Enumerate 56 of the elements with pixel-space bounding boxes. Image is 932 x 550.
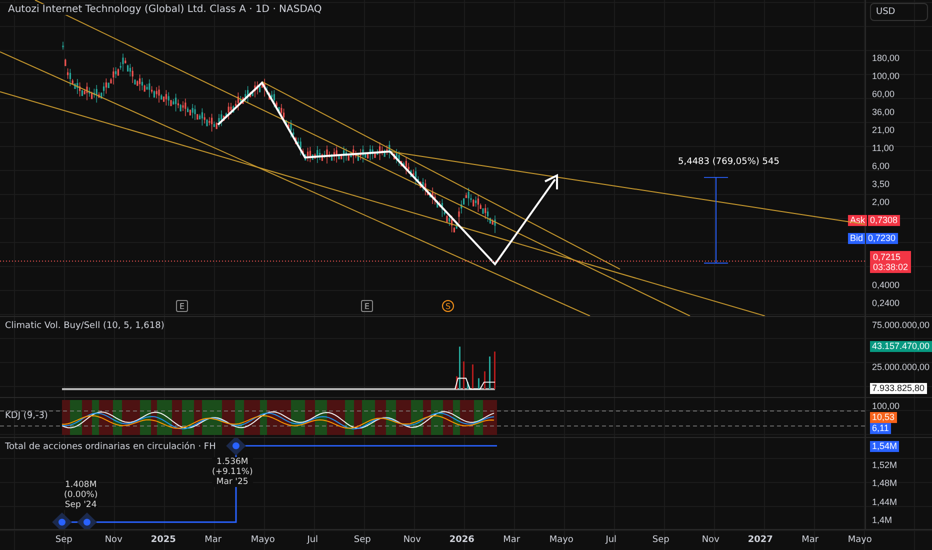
time-axis-label: Jul (604, 535, 618, 545)
time-axis-label: Mar (204, 535, 223, 545)
axis-label: 43.157.470,00 (870, 341, 932, 352)
axis-label: 2,00 (871, 197, 891, 208)
time-axis-label: Mar (502, 535, 522, 545)
measure-label: 5,4483 (769,05%) 545 (678, 157, 780, 167)
axis-label: 21,00 (871, 125, 896, 136)
data-point-label: 1.408M (0.00%) Sep '24 (64, 480, 98, 510)
axis-label: 0,2400 (871, 298, 901, 309)
time-axis-label: Mar (800, 535, 820, 545)
axis-label: 100,00 (871, 401, 901, 412)
time-axis-label: Jul (306, 535, 320, 545)
axis-label: 3,50 (871, 179, 891, 190)
axis-label: 6,11 (870, 423, 891, 434)
axis-label: 11,00 (871, 143, 895, 154)
indicator-title: KDJ (9,-3) (5, 411, 48, 421)
axis-label: 25.000.000,00 (871, 362, 931, 373)
earnings-marker[interactable]: E (176, 300, 188, 312)
axis-label: 1,54M (870, 441, 900, 452)
earnings-marker[interactable]: E (361, 300, 373, 312)
time-axis-label: Sep (54, 535, 74, 545)
last-price-tag: 0,7215 03:38:02 (870, 251, 912, 273)
split-marker[interactable]: S (442, 300, 454, 312)
axis-label: 6,00 (871, 161, 891, 172)
axis-label: 7.933.825,80 (870, 383, 927, 394)
price-tag: 0,7230 (866, 233, 898, 244)
axis-label: 75.000.000,00 (871, 320, 931, 331)
currency-button[interactable]: USD (870, 3, 928, 21)
time-axis-label: Mayo (250, 535, 276, 545)
data-point-label: 1.536M (+9.11%) Mar '25 (212, 457, 253, 487)
indicator-title: Climatic Vol. Buy/Sell (10, 5, 1,618) (5, 321, 164, 331)
axis-label: 100,00 (871, 71, 901, 82)
axis-label: 0,4000 (871, 280, 901, 291)
time-axis-label: Nov (104, 535, 124, 545)
time-axis-label: Sep (352, 535, 372, 545)
indicator-title: Total de acciones ordinarias en circulación · FH (5, 442, 216, 452)
bid-label: Bid (848, 233, 866, 244)
axis-label: 1,4M (871, 515, 894, 526)
time-axis-label: Sep (651, 535, 670, 545)
time-axis-label: Mayo (548, 535, 574, 545)
axis-label: 1,44M (871, 496, 898, 508)
time-axis-label: 2026 (448, 535, 476, 545)
time-axis-label: Mayo (846, 535, 873, 545)
time-axis-label: 2025 (150, 535, 177, 545)
time-axis-label: Nov (402, 535, 422, 545)
axis-label: 180,00 (871, 53, 901, 64)
axis-label: 1,52M (871, 460, 898, 470)
axis-label: 1,48M (871, 478, 898, 489)
axis-label: 60,00 (871, 89, 896, 100)
chart-title: Autozi Internet Technology (Global) Ltd. Class A · 1D · NASDAQ (6, 4, 324, 15)
time-axis-label: 2027 (746, 535, 774, 545)
axis-label: 10,53 (870, 412, 897, 423)
time-axis-label: Nov (700, 535, 720, 545)
price-tag: 0,7308 (868, 215, 900, 226)
ask-label: Ask (848, 215, 868, 226)
axis-label: 36,00 (871, 107, 896, 118)
